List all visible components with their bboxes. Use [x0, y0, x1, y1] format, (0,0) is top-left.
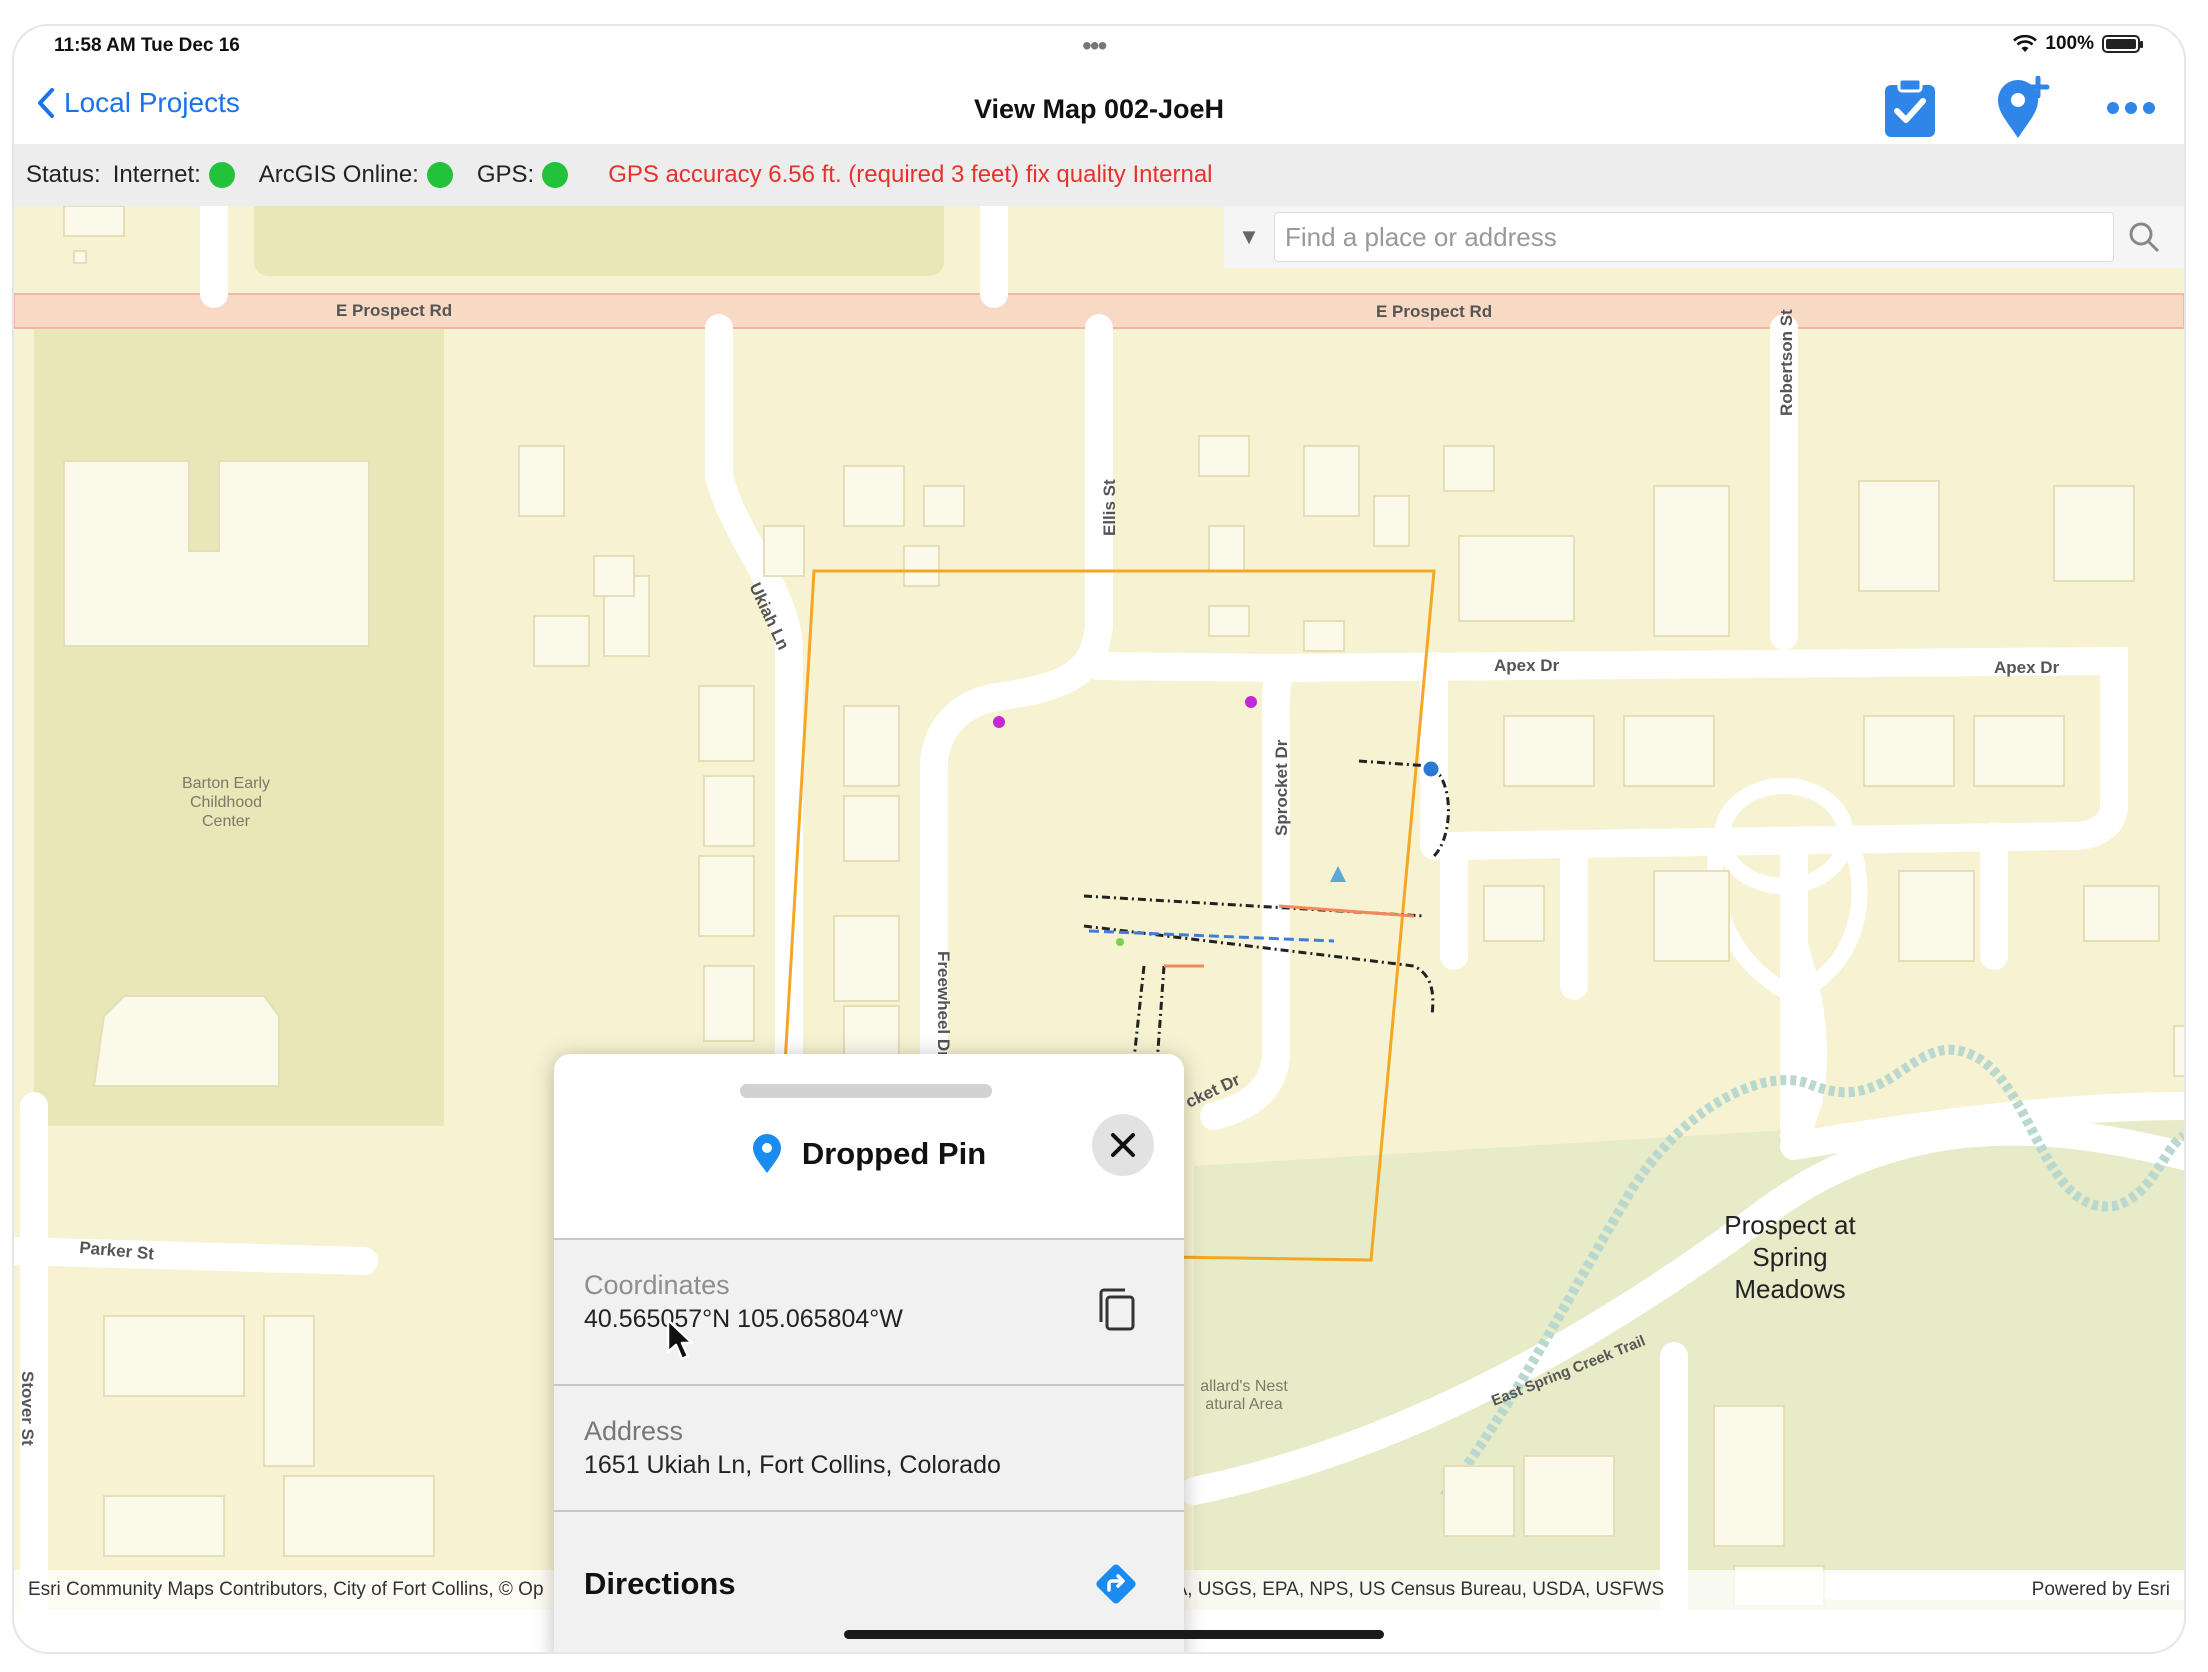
map-label: Childhood	[190, 794, 262, 811]
map-label: Robertson St	[1777, 309, 1796, 416]
page-title: View Map 002-JoeH	[973, 94, 1225, 124]
search-bar: ▼ Find a place or address	[1224, 206, 2184, 268]
map-label: Apex Dr	[1994, 658, 2060, 677]
status-right: 100%	[2013, 33, 2143, 55]
add-pin-icon[interactable]	[1992, 76, 2052, 140]
feature-point[interactable]	[1116, 938, 1124, 946]
nav-actions	[1882, 76, 2156, 140]
map-label: E Prospect Rd	[1376, 302, 1492, 321]
feature-point[interactable]	[993, 716, 1005, 728]
arcgis-label: ArcGIS Online:	[258, 161, 419, 188]
address-label: Address	[584, 1416, 684, 1446]
map-label: Prospect at	[1724, 1210, 1856, 1240]
map-label: allard's Nest	[1200, 1378, 1288, 1395]
feature-point[interactable]	[1245, 696, 1257, 708]
battery-icon	[2102, 35, 2143, 53]
callout-title-text: Dropped Pin	[801, 1136, 987, 1171]
arcgis-indicator	[426, 162, 453, 188]
internet-indicator	[208, 162, 235, 188]
copy-icon[interactable]	[1096, 1288, 1136, 1332]
more-icon[interactable]	[2106, 101, 2156, 115]
directions-icon[interactable]	[1094, 1562, 1138, 1606]
callout-title: Dropped Pin	[554, 1134, 1184, 1174]
ipad-screen: 11:58 AM Tue Dec 16 ••• 100% Local Proje…	[14, 26, 2184, 1652]
connection-status-bar: Status: Internet: ArcGIS Online: GPS: GP…	[14, 144, 2184, 206]
search-input[interactable]: Find a place or address	[1274, 212, 2114, 262]
coordinates-section: Coordinates 40.565057°N 105.065804°W	[554, 1238, 1184, 1384]
clipboard-check-icon[interactable]	[1882, 77, 1938, 139]
address-section: Address 1651 Ukiah Ln, Fort Collins, Col…	[554, 1384, 1184, 1510]
map-label: Apex Dr	[1494, 656, 1560, 675]
map-label: Freewheel Dr	[934, 951, 953, 1058]
wifi-icon	[2013, 35, 2038, 52]
map-label: Meadows	[1734, 1274, 1845, 1304]
battery-percent: 100%	[2045, 33, 2094, 54]
clock: 11:58 AM Tue Dec 16	[54, 35, 240, 56]
map-label: Stover St	[18, 1371, 37, 1446]
home-indicator[interactable]	[844, 1630, 1384, 1639]
map-label: Spring	[1752, 1242, 1827, 1272]
natural-area	[1194, 1106, 2184, 1610]
system-status-bar: 11:58 AM Tue Dec 16 ••• 100%	[14, 26, 2184, 66]
gps-label: GPS:	[476, 161, 535, 188]
attribution-left: Esri Community Maps Contributors, City o…	[28, 1579, 544, 1600]
multitasking-dots-icon[interactable]: •••	[1082, 30, 1107, 62]
map-label: E Prospect Rd	[336, 301, 452, 320]
location-pin-icon	[752, 1134, 781, 1173]
map-label: Ellis St	[1100, 479, 1119, 536]
address-value: 1651 Ukiah Ln, Fort Collins, Colorado	[584, 1451, 1001, 1479]
feature-marker[interactable]	[1330, 866, 1346, 882]
map-label: Sprocket Dr	[1272, 739, 1291, 836]
map-label: Center	[202, 813, 251, 830]
gps-status: GPS:	[476, 161, 569, 189]
internet-label: Internet:	[112, 161, 201, 188]
gps-accuracy-warning: GPS accuracy 6.56 ft. (required 3 feet) …	[608, 161, 1213, 188]
dropped-pin-callout: Dropped Pin Coordinates 40.565057°N 105.…	[554, 1054, 1184, 1652]
close-button[interactable]	[1092, 1114, 1154, 1176]
search-icon[interactable]	[2114, 221, 2174, 253]
status-label: Status:	[26, 161, 101, 188]
coordinates-label: Coordinates	[584, 1270, 730, 1300]
dropped-pin-marker[interactable]	[1420, 758, 1442, 780]
close-icon	[1111, 1133, 1135, 1157]
search-dropdown-icon[interactable]: ▼	[1224, 224, 1274, 250]
arcgis-status: ArcGIS Online:	[259, 161, 453, 189]
map-label: Barton Early	[182, 775, 270, 792]
park-area	[254, 206, 944, 276]
map-label: atural Area	[1205, 1396, 1282, 1413]
powered-by-esri[interactable]: Powered by Esri	[2032, 1579, 2170, 1601]
internet-status: Internet:	[113, 161, 235, 189]
drag-handle[interactable]	[740, 1084, 992, 1098]
mouse-cursor-icon	[666, 1318, 694, 1361]
navigation-bar: Local Projects View Map 002-JoeH	[14, 74, 2184, 150]
gps-indicator	[542, 162, 569, 188]
